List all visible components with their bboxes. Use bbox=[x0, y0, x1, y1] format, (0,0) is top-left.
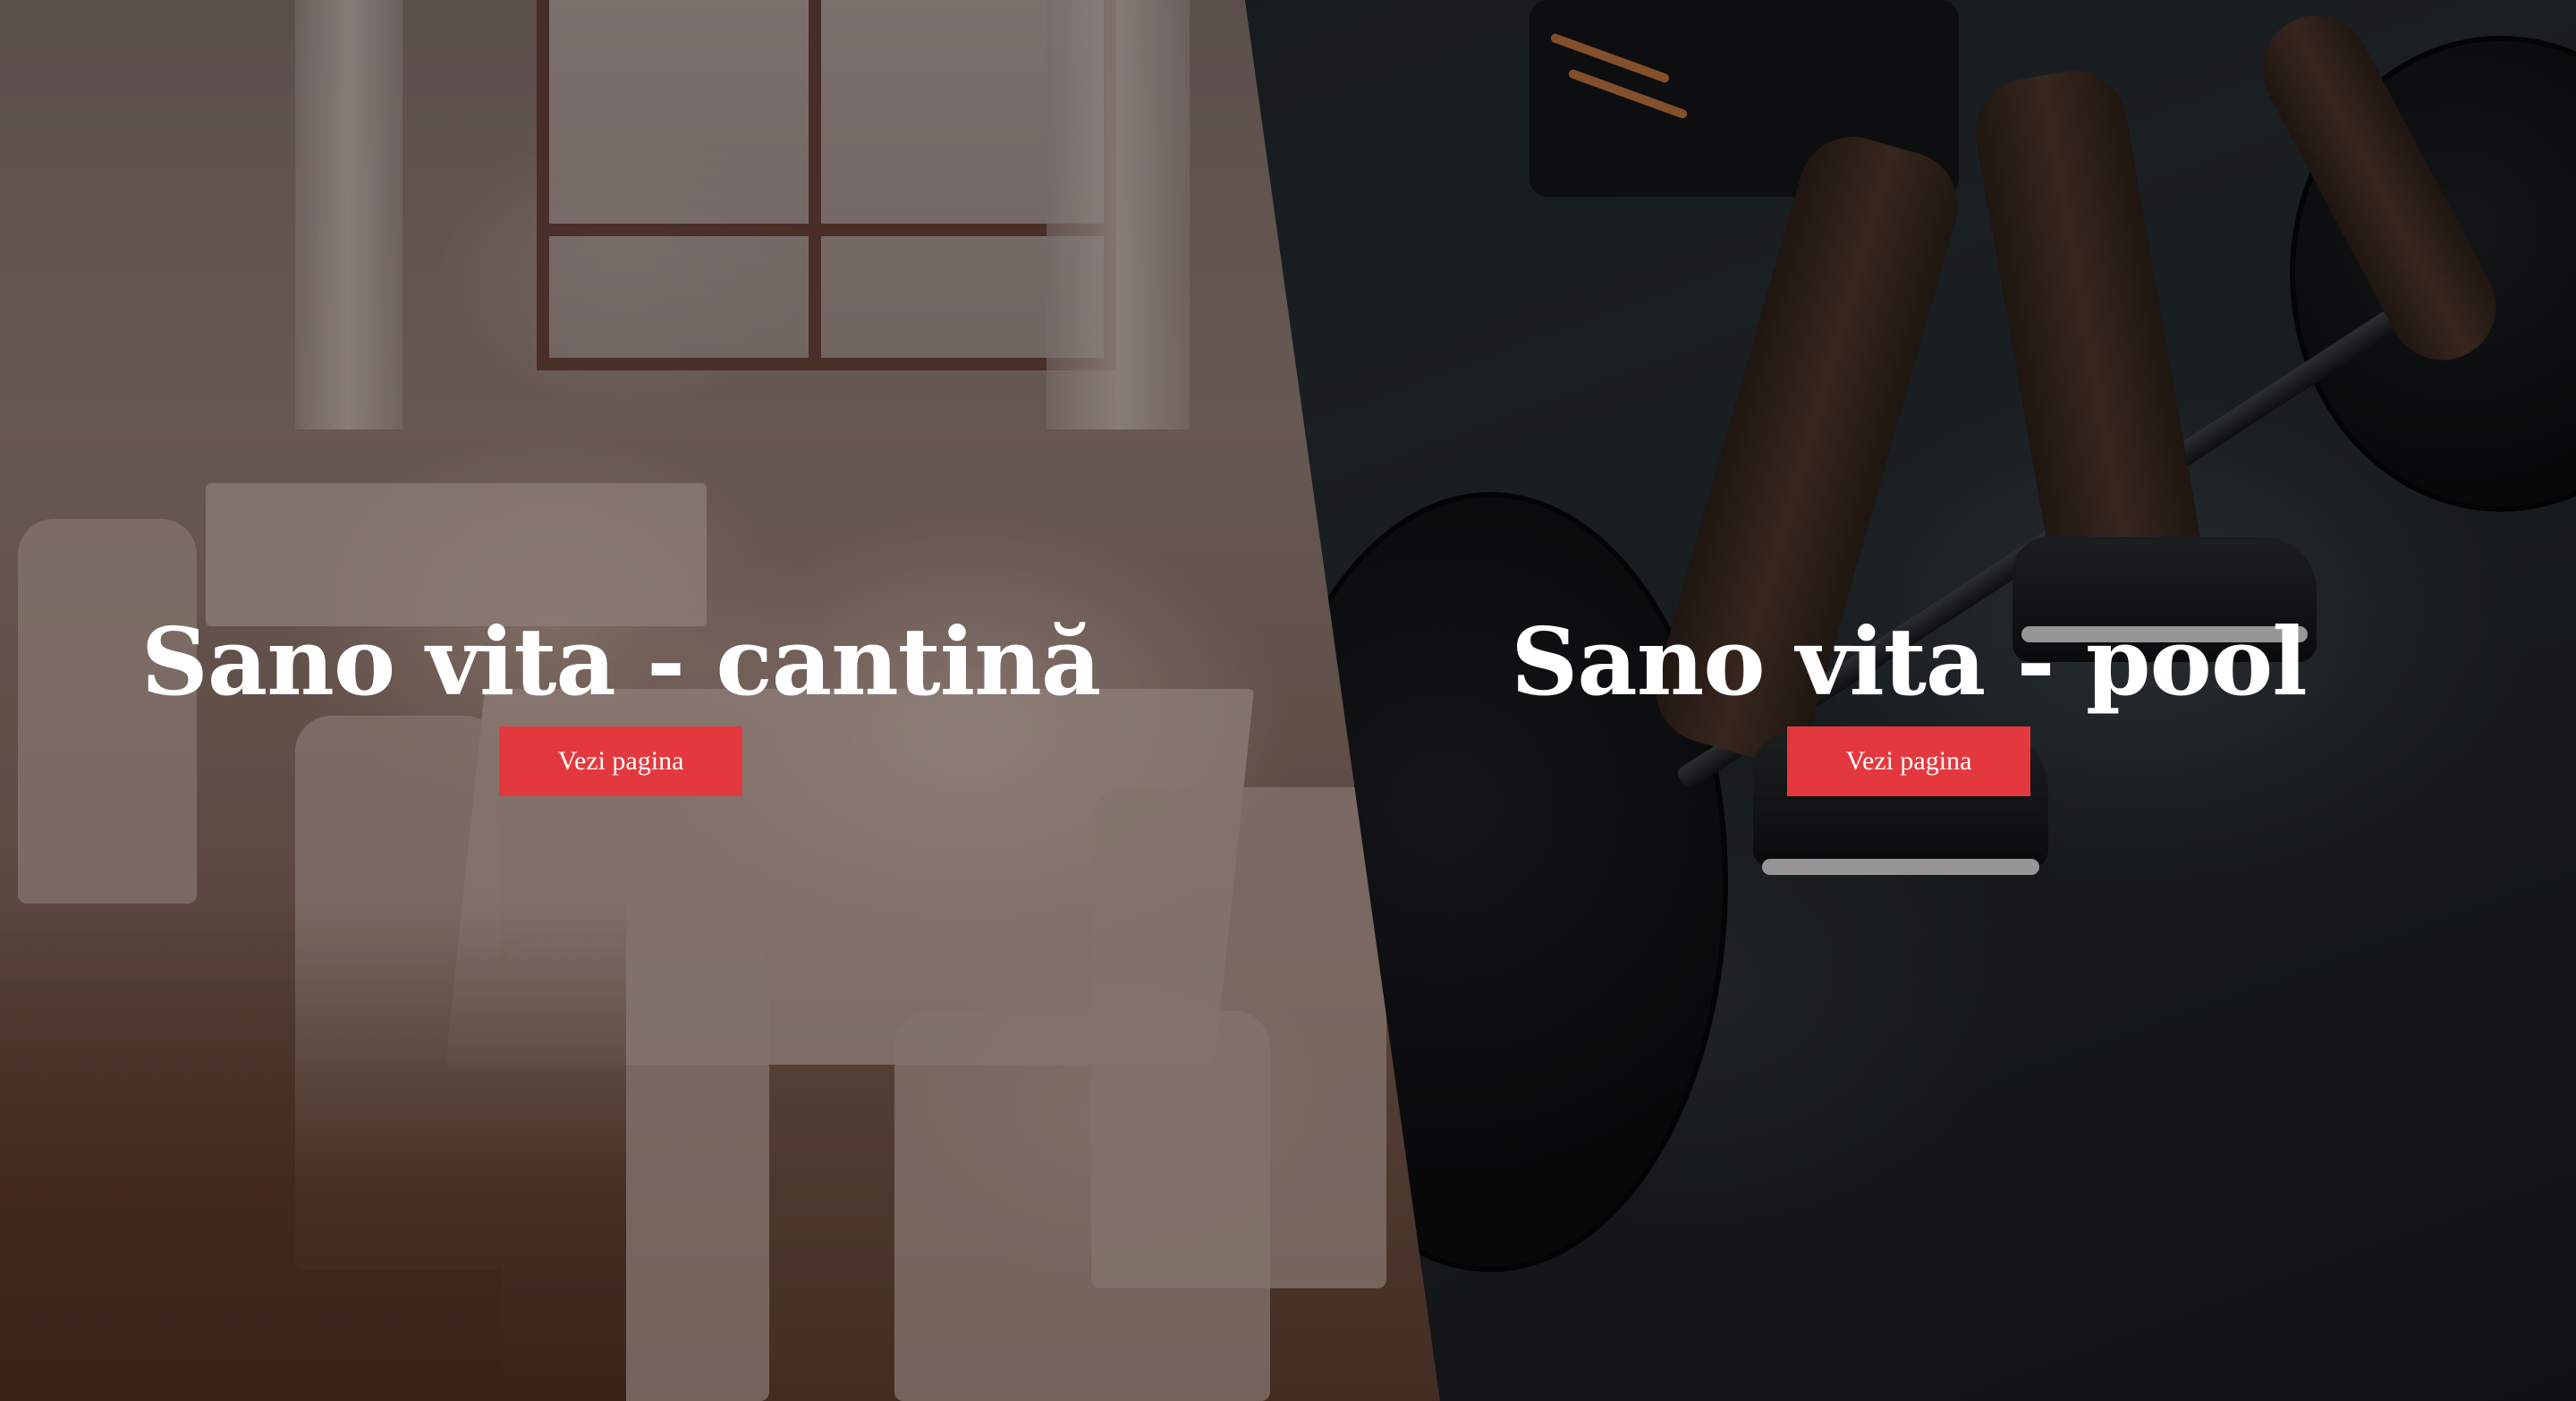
cantina-view-page-button[interactable]: Vezi pagina bbox=[499, 726, 742, 796]
split-hero: Sano vita - cantină Vezi pagina Sano vit… bbox=[0, 0, 2576, 1401]
pool-title: Sano vita - pool bbox=[1511, 607, 2308, 717]
cantina-hero: Sano vita - cantină Vezi pagina bbox=[129, 608, 1113, 796]
pool-view-page-button[interactable]: Vezi pagina bbox=[1787, 726, 2030, 796]
cantina-title: Sano vita - cantină bbox=[140, 607, 1101, 717]
pool-hero: Sano vita - pool Vezi pagina bbox=[1417, 608, 2401, 796]
